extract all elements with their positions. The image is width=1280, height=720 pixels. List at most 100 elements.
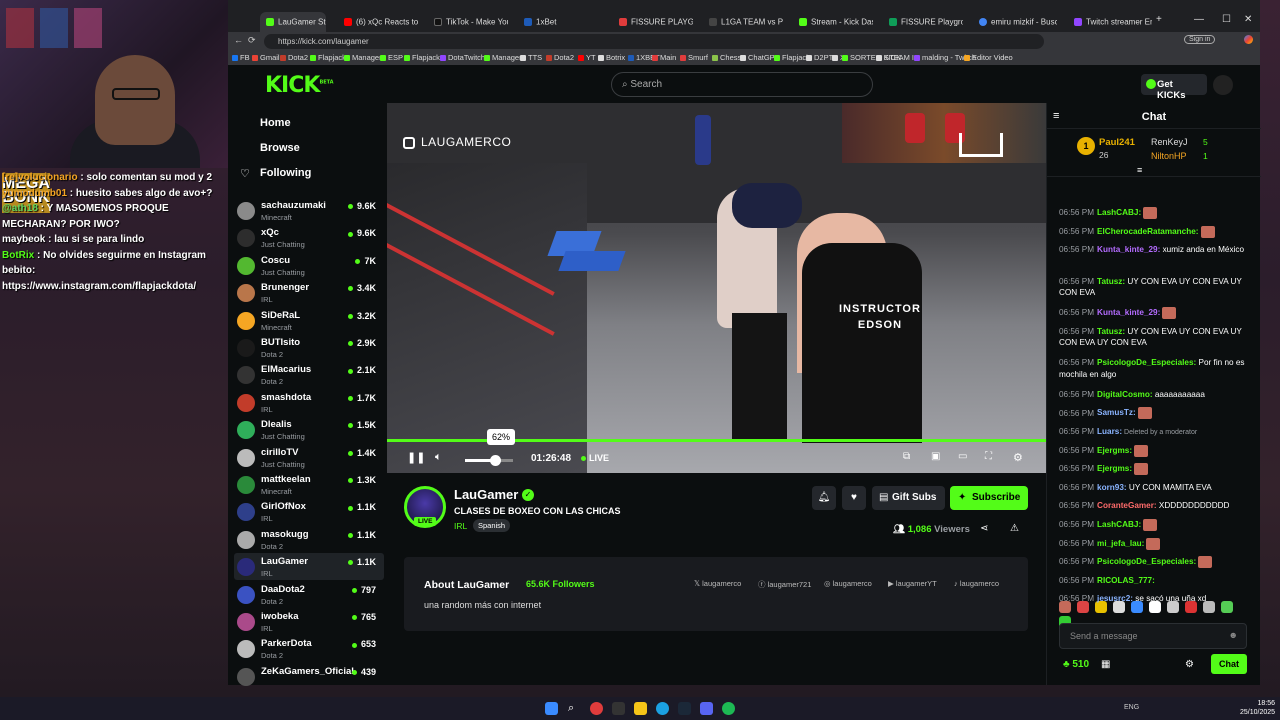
social-instagram-link[interactable]: ◎ laugamerco — [824, 579, 872, 588]
social-youtube-link[interactable]: ▶ laugamerYT — [888, 579, 937, 588]
leaderboard-name[interactable]: Paul241 — [1099, 137, 1135, 148]
sidebar-channel[interactable]: DaaDota2 Dota 2 797 — [234, 581, 384, 608]
browser-tab[interactable]: (6) xQc Reacts to Emi — [338, 12, 418, 32]
browser-tab[interactable]: TikTok - Make Your Da — [428, 12, 508, 32]
search-input[interactable]: ⌕ Search — [611, 72, 873, 97]
browser-tab[interactable]: Twitch streamer Emiru — [1068, 12, 1152, 32]
streamer-name[interactable]: LauGamer — [454, 487, 518, 502]
chat-username[interactable]: ElCherocadeRatamanche: — [1097, 227, 1198, 236]
maximize-icon[interactable]: ☐ — [1222, 14, 1231, 25]
chat-settings-icon[interactable]: ⚙ — [1185, 659, 1194, 670]
follow-button[interactable]: ♥ — [842, 486, 866, 510]
nav-following[interactable]: ♡ Following — [240, 167, 311, 180]
browser-tab[interactable]: FISSURE PLAYGROUND — [613, 12, 693, 32]
chat-username[interactable]: Tatusz: — [1097, 327, 1125, 336]
sidebar-channel[interactable]: masokugg Dota 2 1.1K — [234, 526, 384, 553]
chat-send-button[interactable]: Chat — [1211, 654, 1247, 674]
system-tray[interactable]: ENG — [1124, 704, 1139, 711]
sidebar-channel[interactable]: Dlealis Just Chatting 1.5K — [234, 416, 384, 443]
social-facebook-link[interactable]: ⓕ laugamer721 — [758, 579, 811, 590]
close-window-icon[interactable]: ✕ — [1244, 14, 1252, 25]
volume-knob[interactable] — [489, 455, 501, 466]
spotify-icon[interactable] — [722, 702, 735, 715]
browser-tab[interactable]: LauGamer Stream — [260, 12, 326, 32]
sidebar-channel[interactable]: LauGamer IRL 1.1K — [234, 553, 384, 581]
video-player[interactable]: INSTRUCTOR EDSON LAUGAMERCO ❚❚ 🔈︎ 62% 01:… — [387, 103, 1046, 473]
chat-username[interactable]: PsicologoDe_Especiales: — [1097, 557, 1196, 566]
bookmark-item[interactable]: Smurf — [680, 53, 708, 62]
chat-username[interactable]: RICOLAS_777: — [1097, 576, 1155, 585]
chat-username[interactable]: PsicologoDe_Especiales: — [1097, 358, 1196, 367]
sidebar-channel[interactable]: BUTIsito Dota 2 2.9K — [234, 334, 384, 361]
chat-username[interactable]: DigitalCosmo: — [1097, 390, 1153, 399]
social-x-link[interactable]: 𝕏 laugamerco — [694, 579, 741, 588]
bookmark-item[interactable]: FB — [232, 53, 250, 62]
sidebar-channel[interactable]: smashdota IRL 1.7K — [234, 389, 384, 416]
browser-tab[interactable]: emiru mizkif - Buscar — [973, 12, 1057, 32]
windows-start-icon[interactable] — [545, 702, 558, 715]
gift-subs-button[interactable]: ▤ Gift Subs — [872, 486, 945, 510]
clip-icon[interactable]: ⧉ — [903, 451, 910, 462]
theater-mode-icon[interactable]: ▭ — [958, 451, 967, 462]
report-icon[interactable]: ⚠ — [1010, 523, 1019, 534]
bookmark-item[interactable]: Chess — [712, 53, 741, 62]
steam-icon[interactable] — [678, 702, 691, 715]
nav-home[interactable]: Home — [260, 117, 291, 129]
edge-icon[interactable] — [656, 702, 669, 715]
chat-username[interactable]: SamusTz: — [1097, 409, 1136, 418]
sidebar-channel[interactable]: Brunenger IRL 3.4K — [234, 279, 384, 306]
bookmark-item[interactable]: Botrix — [598, 53, 625, 62]
kick-logo[interactable]: KICKBETA — [265, 73, 334, 98]
subscribe-button[interactable]: ✦ Subscribe — [950, 486, 1028, 510]
bookmark-item[interactable]: Main — [652, 53, 676, 62]
expand-leaderboard-icon[interactable]: ≡ — [1137, 165, 1142, 175]
bookmark-item[interactable]: Flapjack — [774, 53, 810, 62]
file-explorer-icon[interactable] — [634, 702, 647, 715]
minimize-icon[interactable]: — — [1194, 14, 1204, 25]
bookmark-item[interactable]: Flapjack — [404, 53, 440, 62]
bookmark-item[interactable]: Dota2 — [546, 53, 574, 62]
new-tab-icon[interactable]: + — [1156, 14, 1162, 25]
chat-username[interactable]: LashCABJ: — [1097, 208, 1141, 217]
emoji-icon[interactable]: ☻ — [1229, 630, 1238, 640]
sidebar-channel[interactable]: ZeKaGamers_Oficial 439 — [234, 663, 384, 690]
sidebar-channel[interactable]: iwobeka IRL 765 — [234, 608, 384, 635]
extension-icon[interactable] — [1244, 35, 1253, 44]
sidebar-channel[interactable]: sachauzumaki Minecraft 9.6K — [234, 197, 384, 224]
browser-tab[interactable]: Stream - Kick Dashbo — [793, 12, 873, 32]
chat-username[interactable]: jesusrc2: — [1097, 594, 1133, 603]
bookmark-item[interactable]: Manager — [484, 53, 522, 62]
leaderboard-name[interactable]: NiltonHP — [1151, 151, 1187, 161]
app-icon[interactable] — [612, 702, 625, 715]
settings-gear-icon[interactable]: ⚙ — [1013, 451, 1023, 464]
pause-icon[interactable]: ❚❚ — [407, 451, 425, 464]
sidebar-channel[interactable]: SiDeRaL Minecraft 3.2K — [234, 307, 384, 334]
bookmark-item[interactable]: Manager — [344, 53, 382, 62]
bookmark-item[interactable]: D2PT — [806, 53, 833, 62]
bookmark-item[interactable]: DotaTwitch — [440, 53, 485, 62]
share-icon[interactable]: ⋖ — [980, 523, 988, 534]
browser-tab[interactable]: FISSURE Playground 2 — [883, 12, 963, 32]
playback-progress[interactable] — [387, 439, 1046, 442]
bookmark-item[interactable]: Flapjack — [310, 53, 346, 62]
sidebar-channel[interactable]: GirlOfNox IRL 1.1K — [234, 498, 384, 525]
clock[interactable]: 18:56 25/10/2025 — [1240, 699, 1275, 717]
stream-category[interactable]: IRL — [454, 521, 467, 531]
sidebar-channel[interactable]: cirilloTV Just Chatting 1.4K — [234, 444, 384, 471]
sidebar-channel[interactable]: mattkeelan Minecraft 1.3K — [234, 471, 384, 498]
notification-bell-button[interactable]: 🔔︎ — [812, 486, 836, 510]
miniplayer-icon[interactable]: ▣ — [931, 451, 940, 462]
discord-icon[interactable] — [700, 702, 713, 715]
chat-username[interactable]: LashCABJ: — [1097, 520, 1141, 529]
volume-icon[interactable]: 🔈︎ — [435, 451, 442, 464]
bookmark-item[interactable]: Editor Video — [964, 53, 1013, 62]
browser-tab[interactable]: 1xBet — [518, 12, 598, 32]
sidebar-channel[interactable]: ElMacarius Dota 2 2.1K — [234, 361, 384, 388]
bookmark-item[interactable]: YT — [578, 53, 596, 62]
bookmark-item[interactable]: ESP — [380, 53, 403, 62]
sidebar-channel[interactable]: Coscu Just Chatting 7K — [234, 252, 384, 279]
chat-username[interactable]: CoranteGamer: — [1097, 501, 1157, 510]
bookmark-item[interactable]: Dota2 — [280, 53, 308, 62]
social-tiktok-link[interactable]: ♪ laugamerco — [954, 579, 999, 588]
search-icon[interactable]: ⌕ — [568, 702, 581, 715]
